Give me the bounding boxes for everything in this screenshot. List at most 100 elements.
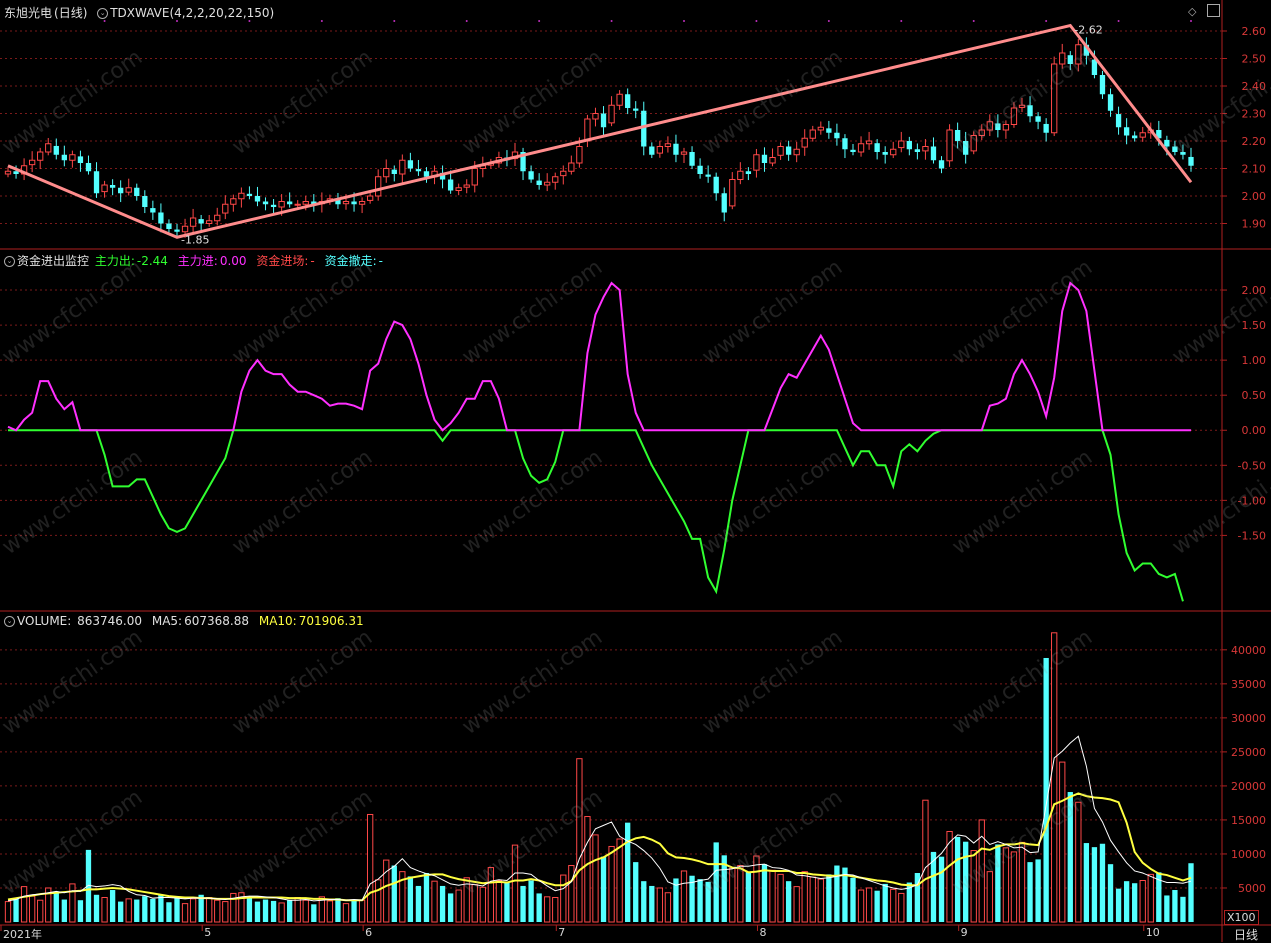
candle-body (463, 184, 470, 188)
candle-body (455, 187, 462, 191)
volume-panel-toggle-icon[interactable]: ⌄ (4, 616, 15, 627)
candle-body (1164, 139, 1170, 147)
y-tick-label: 0.00 (1242, 424, 1267, 437)
fund-panel-toggle-icon[interactable]: ⌄ (4, 256, 15, 267)
volume-bar (1123, 881, 1130, 922)
candle-body (294, 203, 301, 206)
candle-body (366, 195, 374, 201)
volume-bar (101, 897, 108, 923)
candle-body (938, 160, 945, 169)
volume-bar (423, 873, 430, 922)
volume-bar (745, 871, 752, 922)
volume-bar (1091, 847, 1098, 922)
volume-bar (761, 864, 768, 922)
candle-body (970, 135, 977, 152)
candle-body (158, 212, 164, 224)
candle-body (785, 146, 792, 155)
candle-body (189, 217, 197, 227)
volume-bar (93, 894, 100, 922)
enter-label: 资金进场: (256, 254, 309, 268)
main-out-line (8, 429, 1184, 602)
volume-bar (865, 887, 873, 923)
ma10-label: MA10: (258, 614, 297, 628)
volume-bar (995, 844, 1001, 922)
volume-bar (1164, 895, 1170, 922)
x-tick-label: 8 (759, 926, 767, 939)
candle-body (898, 140, 905, 149)
window-toggle-icon[interactable] (1207, 4, 1220, 17)
candle-body (13, 171, 19, 174)
y-tick-label: -1.00 (1238, 494, 1266, 507)
volume-bar (1059, 761, 1066, 923)
candle-body (125, 187, 132, 193)
candle-body (1139, 132, 1146, 138)
candle-body (600, 113, 607, 128)
volume-bar (13, 898, 19, 922)
volume-bar (536, 893, 542, 922)
volume-bar (576, 758, 583, 923)
candle-body (649, 146, 655, 155)
signal-dot (465, 20, 468, 22)
y-tick-label: 2.30 (1242, 108, 1267, 121)
volume-bar (335, 898, 341, 922)
indicator-name[interactable]: TDXWAVE(4,2,2,20,22,150) (110, 6, 274, 20)
period-label: (日线) (54, 6, 88, 20)
indicator-toggle-icon[interactable]: ⌄ (97, 8, 109, 19)
volume-bar (978, 819, 985, 923)
candle-body (222, 203, 229, 214)
volume-bar (1051, 632, 1058, 923)
main-in-value: 0.00 (219, 254, 247, 268)
volume-bar (552, 897, 559, 923)
candle-body (576, 146, 583, 164)
candle-body (857, 143, 865, 153)
volume-bar (246, 897, 253, 922)
volume-bar (625, 822, 631, 922)
period-tab[interactable]: 日线 (1234, 926, 1258, 943)
volume-bar (1180, 896, 1186, 922)
volume-bar (504, 882, 510, 922)
volume-bar (189, 898, 197, 923)
volume-bar (487, 867, 495, 923)
volume-bar (351, 899, 357, 922)
candle-body (793, 148, 800, 156)
candle-body (978, 129, 985, 136)
candle-body (737, 170, 744, 180)
fund-panel-header: ⌄ 资金进出监控 主力出: -2.44 主力进: 0.00 资金进场: - 资金撤走: - (4, 252, 385, 269)
candle-body (1018, 104, 1026, 108)
candle-body (954, 130, 961, 141)
y-tick-label: -0.50 (1238, 459, 1266, 472)
candle-body (809, 129, 816, 139)
volume-label[interactable]: VOLUME: (17, 614, 71, 628)
volume-bar (1083, 843, 1090, 922)
volume-bar (938, 856, 945, 922)
candle-body (1002, 124, 1010, 131)
volume-bar (680, 870, 688, 923)
diamond-icon[interactable]: ◇ (1188, 5, 1196, 18)
volume-bar (495, 879, 503, 923)
y-tick-label: 1.00 (1242, 354, 1267, 367)
candle-body (817, 126, 824, 131)
volume-bar (302, 899, 309, 923)
candle-body (471, 168, 478, 186)
y-tick-label: 25000 (1231, 746, 1266, 759)
signal-dot (393, 20, 396, 22)
volume-bar (206, 897, 213, 923)
volume-bar (287, 900, 293, 922)
volume-panel-header: ⌄ VOLUME: 863746.00 MA5: 607368.88 MA10: 70… (4, 614, 366, 628)
candle-body (922, 146, 929, 152)
fund-panel-title[interactable]: 资金进出监控 (17, 254, 89, 268)
main-in-line (7, 281, 1191, 432)
volume-bar (817, 878, 824, 923)
candle-body (664, 143, 672, 147)
y-tick-label: 2.50 (1242, 53, 1267, 66)
volume-bar (826, 874, 832, 922)
volume-bar (1067, 792, 1073, 922)
candle-body (214, 214, 221, 222)
y-tick-label: 30000 (1231, 712, 1266, 725)
volume-bar (391, 865, 397, 922)
volume-bar (737, 865, 744, 923)
volume-bar (785, 881, 792, 922)
volume-bar (366, 813, 374, 923)
signal-dot (683, 20, 685, 22)
candle-body (568, 162, 575, 172)
